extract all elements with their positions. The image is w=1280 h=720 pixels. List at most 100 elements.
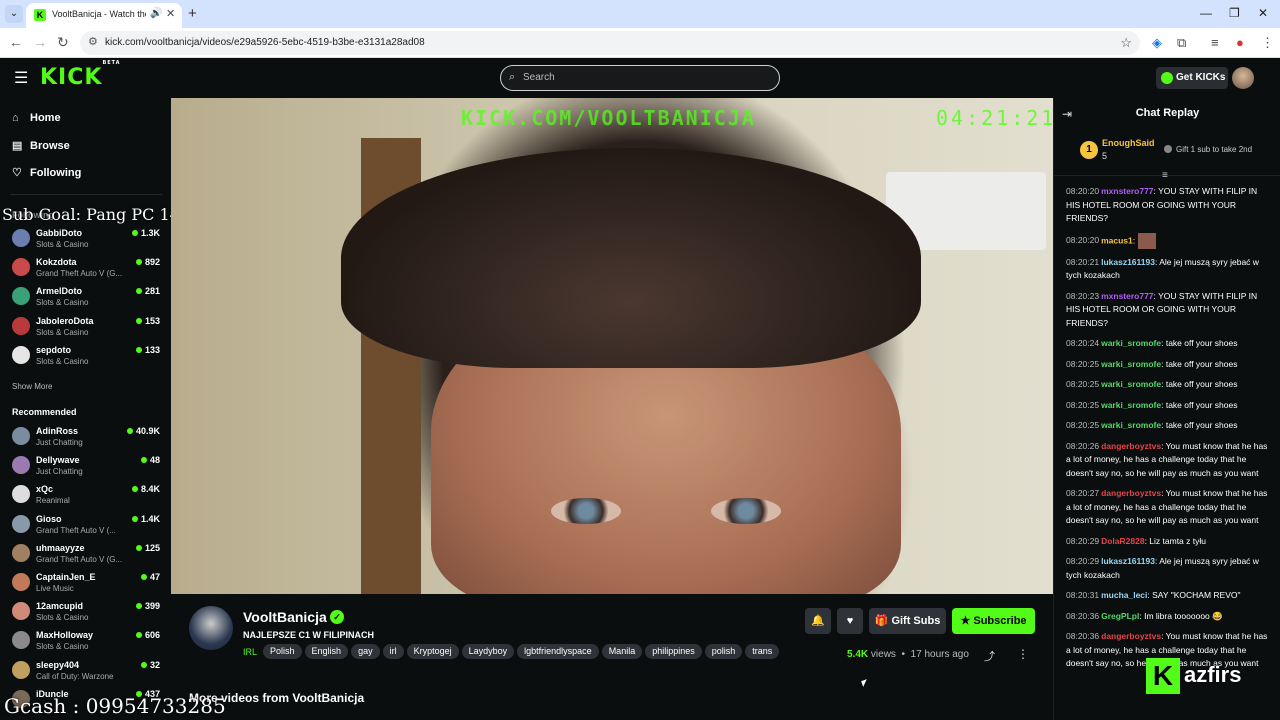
sidebar-channel[interactable]: AdinRoss Just Chatting 40.9K <box>12 424 162 452</box>
message-username[interactable]: warki_sromofe <box>1101 379 1161 389</box>
sidebar-item-home[interactable]: ⌂ Home <box>12 112 61 124</box>
address-bar[interactable]: ⚙ kick.com/vooltbanicja/videos/e29a5926-… <box>80 31 1140 55</box>
message-username[interactable]: dangerboyztvs <box>1101 631 1161 641</box>
tag-pill[interactable]: lgbtfriendlyspace <box>517 644 599 659</box>
viewer-count: 133 <box>136 345 160 355</box>
bookmark-star-icon[interactable]: ☆ <box>1120 35 1132 51</box>
media-control-icon[interactable]: ≡ <box>1211 35 1219 50</box>
new-tab-icon[interactable]: + <box>188 5 197 22</box>
channel-name: Gioso <box>36 513 62 524</box>
watermark-logo: K <box>1146 658 1180 694</box>
sidebar-item-browse[interactable]: ▤ Browse <box>12 139 70 152</box>
hamburger-menu-icon[interactable]: ☰ <box>14 68 28 88</box>
kicks-coin-icon <box>1161 72 1173 84</box>
sidebar-item-label: Following <box>30 167 82 179</box>
sidebar-channel[interactable]: sleepy404 Call of Duty: Warzone 32 <box>12 658 162 686</box>
collapse-chat-icon[interactable]: ⇥ <box>1062 107 1072 121</box>
sidebar-channel[interactable]: 12amcupid Slots & Casino 399 <box>12 599 162 627</box>
profile-extension-icon[interactable]: ● <box>1236 35 1244 50</box>
channel-avatar <box>12 427 30 445</box>
restore-icon[interactable]: ❐ <box>1229 6 1240 20</box>
reload-icon[interactable]: ↻ <box>57 34 69 51</box>
sidebar-channel[interactable]: Gioso Grand Theft Auto V (... 1.4K <box>12 512 162 540</box>
sidebar-channel[interactable]: CaptainJen_E Live Music 47 <box>12 570 162 598</box>
tag-pill[interactable]: Kryptogej <box>406 644 459 659</box>
sidebar-channel[interactable]: xQc Reanimal 8.4K <box>12 482 162 510</box>
user-avatar[interactable] <box>1232 67 1254 89</box>
gift-subs-button[interactable]: 🎁 Gift Subs <box>869 608 946 634</box>
extension-icon[interactable]: ◈ <box>1152 35 1162 51</box>
chat-panel: Chat Replay ⇥ 1 EnoughSaid 5 Gift 1 sub … <box>1053 98 1280 720</box>
close-window-icon[interactable]: ✕ <box>1258 6 1268 20</box>
sidebar-item-following[interactable]: ♡ Following <box>12 166 81 179</box>
follow-heart-icon[interactable]: ♥ <box>837 608 863 634</box>
gift-subs-label: Gift Subs <box>891 615 941 627</box>
message-username[interactable]: warki_sromofe <box>1101 359 1161 369</box>
tag-pill[interactable]: polish <box>704 644 743 659</box>
sidebar-channel[interactable]: Dellywave Just Chatting 48 <box>12 453 162 481</box>
message-username[interactable]: mxnstero777 <box>1101 291 1153 301</box>
message-username[interactable]: warki_sromofe <box>1101 420 1161 430</box>
message-text: take off your shoes <box>1165 338 1238 348</box>
message-username[interactable]: dangerboyztvs <box>1101 488 1161 498</box>
sidebar-channel[interactable]: sepdoto Slots & Casino 133 <box>12 343 162 371</box>
tag-pill[interactable]: English <box>304 644 349 659</box>
streamer-name[interactable]: VooltBanicja <box>243 609 327 625</box>
close-tab-icon[interactable]: ✕ <box>166 7 175 20</box>
message-username[interactable]: lukasz161193 <box>1101 257 1155 267</box>
extensions-puzzle-icon[interactable]: ⧉ <box>1177 35 1186 51</box>
browser-menu-icon[interactable]: ⋮ <box>1261 35 1274 51</box>
get-kicks-button[interactable]: Get KICKs <box>1156 67 1228 89</box>
chat-message: 08:20:21 lukasz161193: Ale jej muszą syry… <box>1066 256 1259 281</box>
category-link[interactable]: IRL <box>243 644 257 660</box>
viewer-count: 281 <box>136 286 160 296</box>
chat-filter-icon[interactable]: ≡ <box>1162 170 1168 181</box>
tag-pill[interactable]: Laydyboy <box>461 644 515 659</box>
sidebar-channel[interactable]: MaxHolloway Slots & Casino 606 <box>12 628 162 656</box>
audio-icon[interactable]: 🔊 <box>150 8 162 19</box>
tag-pill[interactable]: Manila <box>601 644 643 659</box>
message-username[interactable]: warki_sromofe <box>1101 400 1161 410</box>
channel-name: CaptainJen_E <box>36 572 96 582</box>
sidebar-channel[interactable]: uhmaayyze Grand Theft Auto V (G... 125 <box>12 541 162 569</box>
site-info-icon[interactable]: ⚙ <box>88 35 98 48</box>
forward-icon[interactable]: → <box>33 34 47 50</box>
top-gifter-pin: 1 EnoughSaid 5 Gift 1 sub to take 2nd <box>1054 128 1280 176</box>
show-more-link[interactable]: Show More <box>12 382 52 391</box>
tag-pill[interactable]: philippines <box>645 644 702 659</box>
sidebar-channel[interactable]: Kokzdota Grand Theft Auto V (G... 892 <box>12 255 162 283</box>
notification-bell-icon[interactable]: 🔔 <box>805 608 831 634</box>
tag-pill[interactable]: irl <box>382 644 404 659</box>
tag-pill[interactable]: gay <box>351 644 380 659</box>
browser-tab[interactable]: K VooltBanicja - Watch the VO 🔊 ✕ <box>26 3 182 28</box>
message-username[interactable]: dangerboyztvs <box>1101 441 1161 451</box>
message-username[interactable]: mxnstero777 <box>1101 186 1153 196</box>
share-icon[interactable]: ⤴ <box>984 648 995 664</box>
tab-title: VooltBanicja - Watch the VO <box>52 9 146 19</box>
message-username[interactable]: DolaR2828 <box>1101 536 1144 546</box>
back-icon[interactable]: ← <box>9 34 23 50</box>
tag-pill[interactable]: Polish <box>263 644 302 659</box>
streamer-avatar[interactable] <box>189 606 233 650</box>
message-username[interactable]: warki_sromofe <box>1101 338 1161 348</box>
tab-search-icon[interactable]: ⌄ <box>5 5 23 23</box>
sidebar-channel[interactable]: ArmelDoto Slots & Casino 281 <box>12 284 162 312</box>
subscribe-button[interactable]: ★ Subscribe <box>952 608 1035 634</box>
search-input[interactable]: ⌕ Search <box>500 65 780 91</box>
message-username[interactable]: macus1 <box>1101 235 1133 245</box>
sidebar-channel[interactable]: GabbiDoto Slots & Casino 1.3K <box>12 226 162 254</box>
video-player[interactable]: KICK.COM/VOOLTBANICJA 04:21:21 <box>171 98 1053 594</box>
message-username[interactable]: mucha_leci <box>1101 590 1147 600</box>
message-username[interactable]: GregPLpl <box>1101 611 1139 621</box>
message-text: Im libra tooooooo 😂 <box>1144 610 1223 621</box>
gift-sub-prompt[interactable]: Gift 1 sub to take 2nd <box>1164 145 1252 154</box>
minimize-icon[interactable]: — <box>1200 6 1212 20</box>
tag-pill[interactable]: trans <box>745 644 780 659</box>
channel-category: Live Music <box>36 584 74 593</box>
more-options-icon[interactable]: ⋮ <box>1017 647 1029 661</box>
gifter-name[interactable]: EnoughSaid <box>1102 138 1155 148</box>
message-username[interactable]: lukasz161193 <box>1101 556 1155 566</box>
sidebar-channel[interactable]: JaboleroDota Slots & Casino 153 <box>12 314 162 342</box>
kick-logo[interactable]: KICKBETA <box>40 60 121 90</box>
browser-tab-bar: ⌄ K VooltBanicja - Watch the VO 🔊 ✕ + — … <box>0 0 1280 28</box>
